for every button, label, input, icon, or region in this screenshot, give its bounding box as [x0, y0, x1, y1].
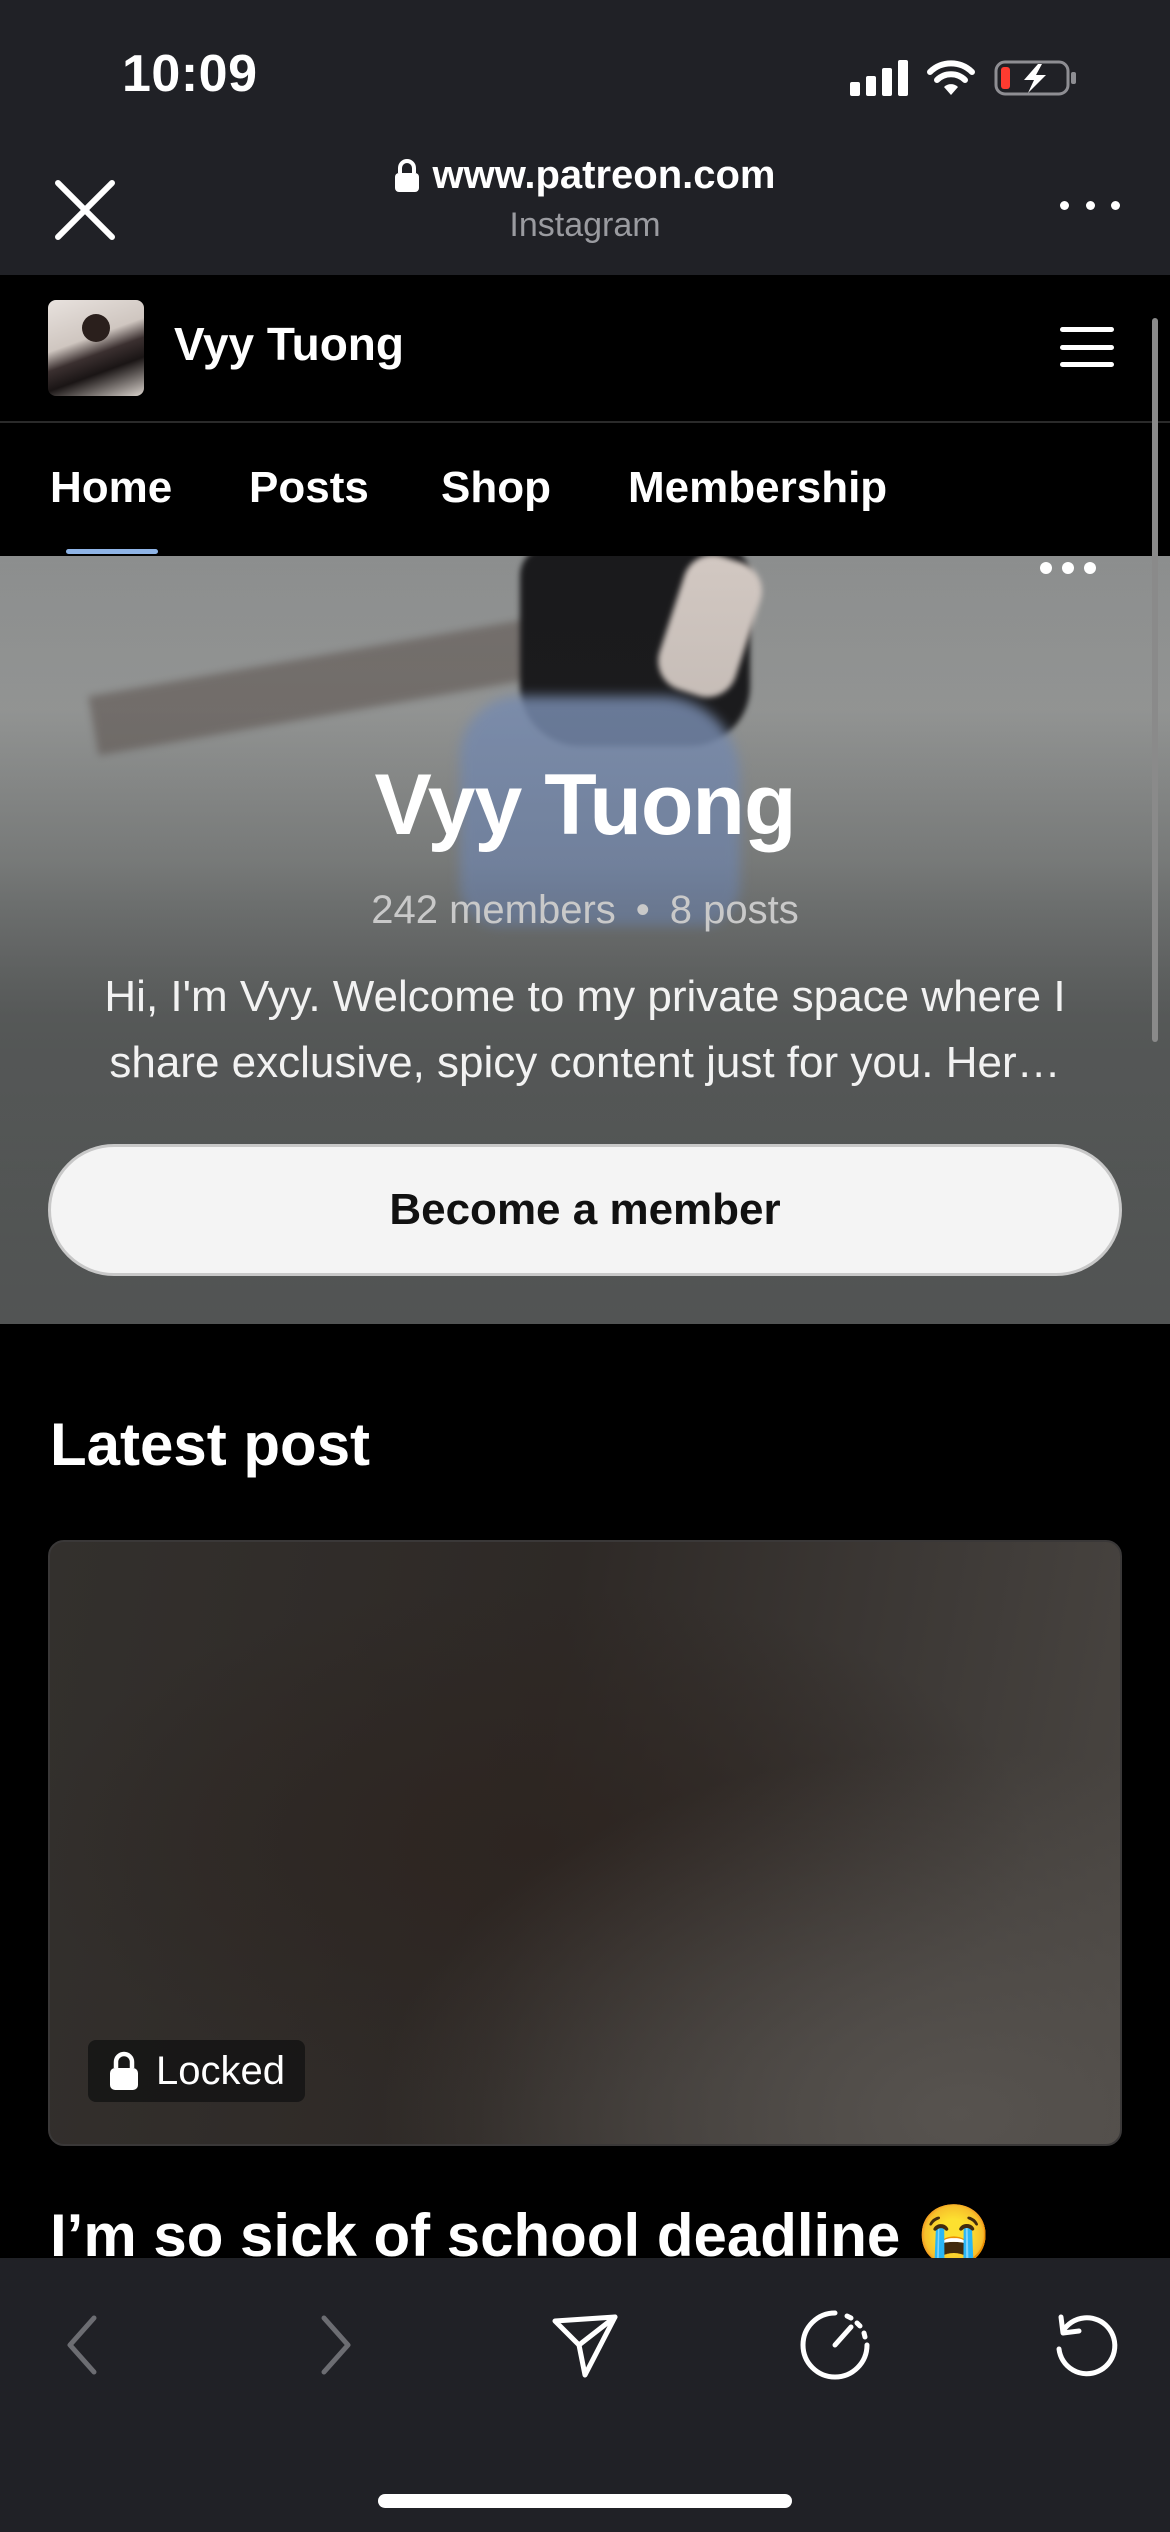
speed-button[interactable]	[790, 2300, 880, 2390]
more-options-icon[interactable]	[1040, 562, 1096, 576]
creator-tabs: Home Posts Shop Membership	[0, 423, 1170, 556]
wifi-icon	[927, 60, 975, 95]
scrollbar[interactable]	[1152, 318, 1158, 1042]
url-text: www.patreon.com	[432, 153, 776, 197]
locked-label: Locked	[156, 2048, 285, 2093]
more-dots-icon[interactable]	[1060, 185, 1120, 225]
latest-post-heading: Latest post	[50, 1411, 371, 1478]
creator-name[interactable]: Vyy Tuong	[174, 317, 404, 371]
creator-header: Vyy Tuong	[0, 275, 1170, 423]
chevron-right-icon	[321, 2315, 351, 2375]
page-title: Vyy Tuong	[374, 757, 797, 853]
battery-icon	[994, 60, 1076, 96]
back-button[interactable]	[38, 2300, 128, 2390]
status-time: 10:09	[122, 45, 258, 103]
share-button[interactable]	[540, 2300, 630, 2390]
stats-separator: •	[635, 888, 650, 932]
in-app-browser-header: www.patreon.com Instagram	[0, 145, 1170, 275]
forward-button[interactable]	[290, 2300, 380, 2390]
source-app-label: Instagram	[509, 206, 661, 244]
status-icons	[850, 56, 1078, 100]
lock-icon	[110, 2051, 138, 2090]
tab-posts[interactable]: Posts	[249, 463, 369, 513]
browser-toolbar	[0, 2258, 1170, 2532]
chevron-left-icon	[67, 2315, 97, 2375]
reload-icon	[1056, 2314, 1118, 2377]
reload-button[interactable]	[1040, 2300, 1130, 2390]
creator-stats: 242 members • 8 posts	[0, 888, 1170, 933]
locked-badge: Locked	[88, 2040, 305, 2102]
active-tab-indicator	[66, 549, 158, 554]
status-bar: 10:09	[0, 0, 1170, 145]
speedometer-icon	[800, 2310, 870, 2380]
members-count: 242 members	[371, 888, 616, 932]
home-indicator[interactable]	[378, 2494, 792, 2508]
posts-count: 8 posts	[669, 888, 799, 932]
tab-home[interactable]: Home	[50, 463, 172, 513]
url-display[interactable]: www.patreon.com Instagram	[0, 153, 1170, 245]
send-icon	[552, 2314, 618, 2378]
creator-description[interactable]: Hi, I'm Vyy. Welcome to my private space…	[50, 964, 1120, 1096]
cellular-signal-icon	[850, 60, 908, 96]
creator-hero: Vyy Tuong 242 members • 8 posts Hi, I'm Vy…	[0, 556, 1170, 1324]
locked-post-card[interactable]: Locked	[48, 1540, 1122, 2146]
lock-icon	[395, 158, 420, 192]
tab-membership[interactable]: Membership	[628, 463, 887, 513]
tab-shop[interactable]: Shop	[441, 463, 551, 513]
hamburger-menu-icon[interactable]	[1060, 327, 1114, 367]
avatar[interactable]	[48, 300, 144, 396]
become-member-button[interactable]: Become a member	[48, 1144, 1122, 1276]
